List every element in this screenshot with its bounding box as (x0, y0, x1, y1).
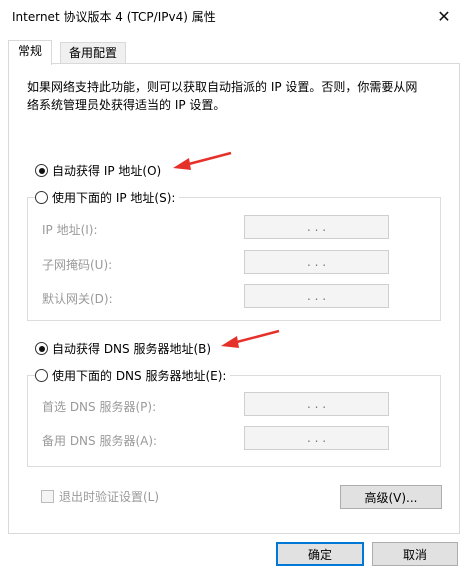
annotation-arrow-ip (173, 151, 232, 170)
cancel-button[interactable]: 取消 (372, 542, 458, 566)
ip-address-label: IP 地址(I): (42, 223, 98, 237)
alternate-dns-value: . . . (306, 431, 327, 445)
ip-auto-option[interactable]: 自动获得 IP 地址(O) (35, 162, 166, 179)
dns-manual-radio[interactable] (35, 369, 48, 382)
dns-auto-label: 自动获得 DNS 服务器地址(B) (52, 342, 212, 356)
description-line-2: 络系统管理员处获得适当的 IP 设置。 (27, 98, 226, 112)
annotation-arrow-dns (221, 329, 280, 348)
alternate-dns-field[interactable]: . . . (244, 426, 389, 450)
default-gateway-label: 默认网关(D): (42, 292, 113, 306)
description-line-1: 如果网络支持此功能，则可以获取自动指派的 IP 设置。否则，你需要从网 (27, 80, 418, 94)
tab-general[interactable]: 常规 (8, 40, 52, 65)
ip-auto-label: 自动获得 IP 地址(O) (52, 164, 162, 178)
default-gateway-value: . . . (306, 289, 327, 303)
window-title: Internet 协议版本 4 (TCP/IPv4) 属性 (12, 10, 216, 24)
dns-manual-group (27, 375, 441, 467)
close-button[interactable]: ✕ (421, 0, 467, 32)
validate-on-exit-checkbox[interactable] (41, 490, 54, 503)
tab-alternate-config[interactable]: 备用配置 (60, 42, 126, 64)
validate-on-exit-label: 退出时验证设置(L) (59, 490, 160, 504)
general-panel: 如果网络支持此功能，则可以获取自动指派的 IP 设置。否则，你需要从网 络系统管… (8, 63, 460, 534)
subnet-mask-value: . . . (306, 255, 327, 269)
preferred-dns-label: 首选 DNS 服务器(P): (42, 400, 157, 414)
ok-button[interactable]: 确定 (276, 542, 364, 566)
advanced-button[interactable]: 高级(V)... (340, 485, 442, 509)
subnet-mask-field[interactable]: . . . (244, 250, 389, 274)
title-bar: Internet 协议版本 4 (TCP/IPv4) 属性 ✕ (0, 0, 467, 32)
ip-address-field[interactable]: . . . (244, 215, 389, 239)
validate-on-exit-option[interactable]: 退出时验证设置(L) (41, 488, 159, 505)
description-text: 如果网络支持此功能，则可以获取自动指派的 IP 设置。否则，你需要从网 络系统管… (27, 78, 447, 114)
close-icon: ✕ (437, 6, 451, 26)
dns-auto-radio[interactable] (35, 342, 48, 355)
dns-manual-option[interactable]: 使用下面的 DNS 服务器地址(E): (35, 367, 231, 384)
default-gateway-field[interactable]: . . . (244, 284, 389, 308)
preferred-dns-value: . . . (306, 397, 327, 411)
ip-manual-label: 使用下面的 IP 地址(S): (52, 191, 176, 205)
ip-auto-radio[interactable] (35, 164, 48, 177)
dns-auto-option[interactable]: 自动获得 DNS 服务器地址(B) (35, 340, 216, 357)
alternate-dns-label: 备用 DNS 服务器(A): (42, 434, 158, 448)
ip-manual-radio[interactable] (35, 191, 48, 204)
ip-address-value: . . . (306, 220, 327, 234)
preferred-dns-field[interactable]: . . . (244, 392, 389, 416)
subnet-mask-label: 子网掩码(U): (42, 258, 113, 272)
dns-manual-label: 使用下面的 DNS 服务器地址(E): (52, 369, 227, 383)
ip-manual-option[interactable]: 使用下面的 IP 地址(S): (35, 189, 180, 206)
